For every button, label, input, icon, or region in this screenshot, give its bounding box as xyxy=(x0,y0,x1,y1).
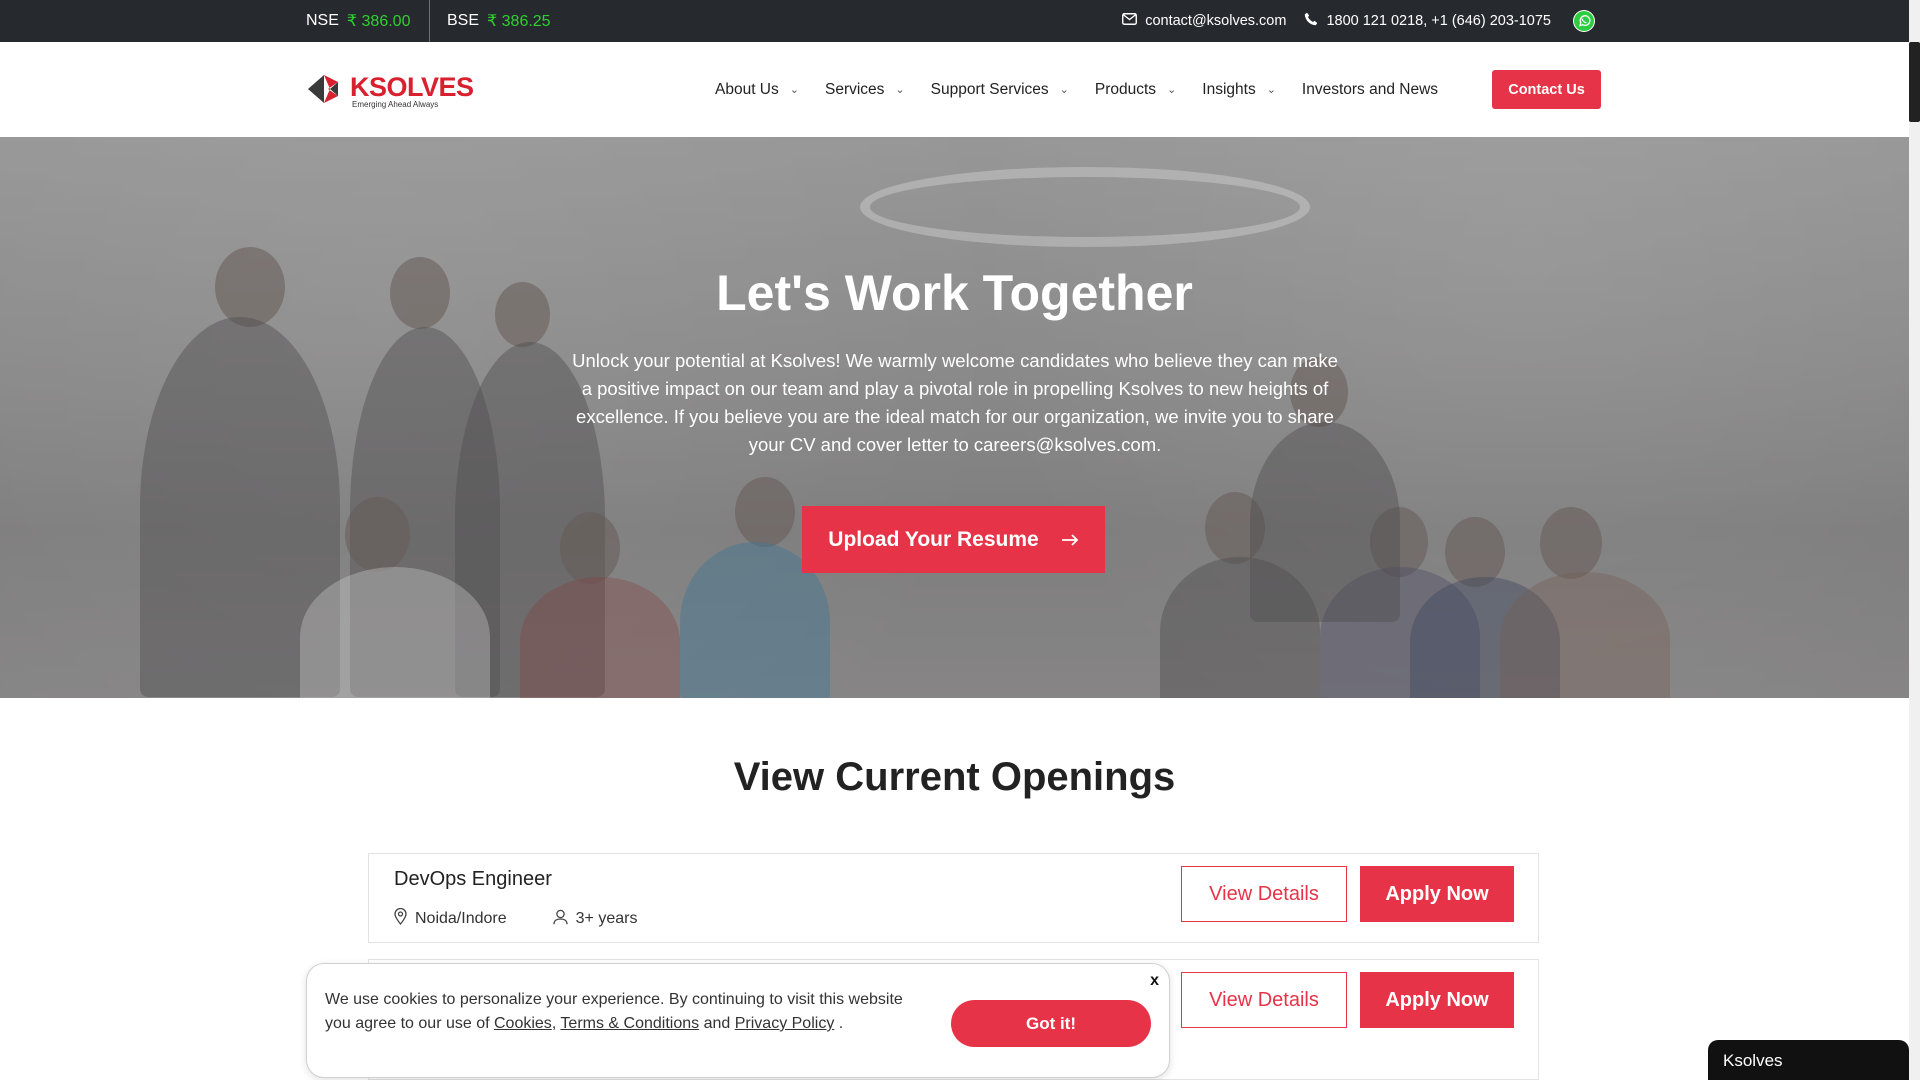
nav-services[interactable]: Services ⌄ xyxy=(825,81,905,99)
phone-link[interactable]: 1800 121 0218, +1 (646) 203-1075 xyxy=(1304,12,1551,30)
job-experience: 3+ years xyxy=(552,909,638,930)
nav-products[interactable]: Products ⌄ xyxy=(1095,81,1176,99)
nav-investors-and-news[interactable]: Investors and News xyxy=(1302,81,1438,99)
ksolves-logo[interactable]: KSOLVES Emerging Ahead Always xyxy=(306,70,474,113)
bse-stock: BSE ₹ 386.25 xyxy=(429,0,551,42)
job-meta: Noida/Indore 3+ years xyxy=(394,907,683,930)
upload-resume-label: Upload Your Resume xyxy=(828,527,1039,551)
privacy-policy-link[interactable]: Privacy Policy xyxy=(735,1015,835,1032)
nse-label: NSE xyxy=(306,12,339,29)
hero-description: Unlock your potential at Ksolves! We war… xyxy=(572,350,1338,455)
contact-info: contact@ksolves.com 1800 121 0218, +1 (6… xyxy=(1122,0,1595,42)
nav-insights[interactable]: Insights ⌄ xyxy=(1202,81,1276,99)
location-pin-icon xyxy=(394,907,407,930)
phone-text: 1800 121 0218, +1 (646) 203-1075 xyxy=(1326,13,1551,29)
cookie-end: . xyxy=(834,1015,844,1032)
logo-mark-icon xyxy=(306,70,346,113)
nav-support-services[interactable]: Support Services ⌄ xyxy=(931,81,1069,99)
chevron-down-icon: ⌄ xyxy=(789,84,799,96)
cookie-text: We use cookies to personalize your exper… xyxy=(325,988,925,1036)
nav-label: About Us xyxy=(715,80,779,98)
person-icon xyxy=(552,909,568,930)
nav-label: Products xyxy=(1094,80,1157,98)
scrollbar-thumb[interactable] xyxy=(1909,42,1920,122)
upload-resume-button[interactable]: Upload Your Resume xyxy=(802,506,1105,573)
apply-now-button[interactable]: Apply Now xyxy=(1360,866,1514,922)
logo-name: KSOLVES xyxy=(350,72,474,102)
job-experience-text: 3+ years xyxy=(575,910,638,927)
bse-label: BSE xyxy=(447,12,480,29)
nse-value: ₹ 386.00 xyxy=(346,13,411,30)
arrow-right-icon xyxy=(1061,528,1079,552)
scrollbar-track[interactable] xyxy=(1909,0,1920,1080)
nav-label: Insights xyxy=(1202,80,1256,98)
nav-label: Services xyxy=(824,80,885,98)
contact-us-button[interactable]: Contact Us xyxy=(1492,70,1601,109)
nav-about-us[interactable]: About Us ⌄ xyxy=(715,81,799,99)
job-title: DevOps Engineer xyxy=(394,868,552,890)
hero-title: Let's Work Together xyxy=(716,265,1193,321)
nav-label: Support Services xyxy=(930,80,1049,98)
mail-icon xyxy=(1122,13,1138,29)
phone-icon xyxy=(1304,12,1318,30)
openings-title: View Current Openings xyxy=(733,755,1176,799)
chat-widget-tab[interactable]: Ksolves xyxy=(1708,1040,1909,1080)
got-it-button[interactable]: Got it! xyxy=(951,1000,1151,1047)
whatsapp-icon[interactable] xyxy=(1573,10,1595,32)
chevron-down-icon: ⌄ xyxy=(1266,84,1276,96)
nav-label: Investors and News xyxy=(1301,80,1439,98)
chevron-down-icon: ⌄ xyxy=(1167,84,1177,96)
job-location: Noida/Indore xyxy=(394,907,507,930)
nse-stock: NSE ₹ 386.00 xyxy=(306,0,410,42)
close-icon[interactable]: x xyxy=(1150,972,1159,990)
site-header: KSOLVES Emerging Ahead Always About Us ⌄… xyxy=(0,42,1909,137)
chevron-down-icon: ⌄ xyxy=(895,84,905,96)
main-nav: About Us ⌄ Services ⌄ Support Services ⌄… xyxy=(715,42,1464,137)
logo-tagline: Emerging Ahead Always xyxy=(352,100,439,109)
view-details-button[interactable]: View Details xyxy=(1181,866,1347,922)
job-card: DevOps Engineer Noida/Indore 3+ years Vi… xyxy=(368,853,1539,943)
hero-section: Let's Work Together Unlock your potentia… xyxy=(0,137,1909,698)
view-details-button[interactable]: View Details xyxy=(1181,972,1347,1028)
email-link[interactable]: contact@ksolves.com xyxy=(1122,13,1286,29)
cookie-and: and xyxy=(699,1015,735,1032)
job-location-text: Noida/Indore xyxy=(415,910,507,927)
bse-value: ₹ 386.25 xyxy=(487,13,551,30)
cookie-banner: We use cookies to personalize your exper… xyxy=(306,963,1170,1078)
chevron-down-icon: ⌄ xyxy=(1059,84,1069,96)
terms-link[interactable]: Terms & Conditions xyxy=(560,1015,699,1032)
cookies-link[interactable]: Cookies xyxy=(494,1015,552,1032)
top-bar: NSE ₹ 386.00 BSE ₹ 386.25 contact@ksolve… xyxy=(0,0,1909,42)
apply-now-button[interactable]: Apply Now xyxy=(1360,972,1514,1028)
email-text: contact@ksolves.com xyxy=(1145,13,1287,29)
